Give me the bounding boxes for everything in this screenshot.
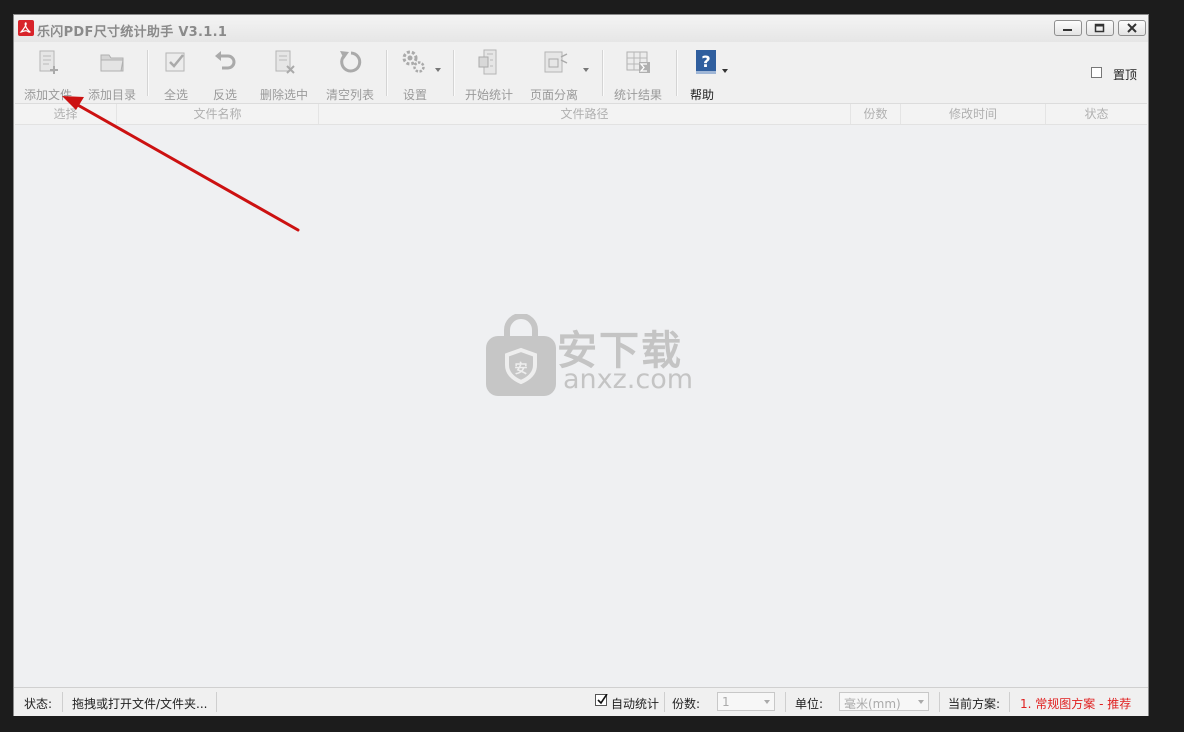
start-count-icon bbox=[478, 49, 497, 75]
column-header-filename[interactable]: 文件名称 bbox=[117, 104, 319, 124]
column-header-filepath[interactable]: 文件路径 bbox=[319, 104, 851, 124]
statusbar-separator bbox=[664, 692, 665, 712]
refresh-icon bbox=[340, 51, 362, 73]
count-result-label: 统计结果 bbox=[613, 88, 662, 102]
select-all-button[interactable]: 全选 bbox=[157, 46, 195, 102]
scheme-value[interactable]: 1. 常规图方案 - 推荐 bbox=[1020, 695, 1131, 712]
statusbar-separator bbox=[216, 692, 217, 712]
scheme-label: 当前方案: bbox=[948, 697, 1001, 711]
add-folder-button[interactable]: 添加目录 bbox=[84, 46, 140, 102]
checkmark-icon bbox=[597, 694, 608, 705]
clear-list-label: 清空列表 bbox=[325, 88, 374, 102]
page-split-button[interactable]: 页面分离 bbox=[527, 46, 589, 102]
column-header-modified[interactable]: 修改时间 bbox=[901, 104, 1046, 124]
help-button[interactable]: ? 帮助 bbox=[684, 46, 730, 102]
auto-count-label[interactable]: 自动统计 bbox=[611, 695, 659, 712]
toolbar-separator bbox=[386, 50, 388, 96]
count-result-button[interactable]: 统计结果 bbox=[610, 46, 666, 102]
statusbar-separator bbox=[939, 692, 940, 712]
toolbar-separator bbox=[602, 50, 604, 96]
settings-button[interactable]: 设置 bbox=[395, 46, 441, 102]
help-book-icon: ? bbox=[696, 50, 716, 74]
checkbox-checked-icon bbox=[165, 52, 185, 72]
shopping-bag-shield-icon: 安 bbox=[486, 314, 556, 396]
help-label: 帮助 bbox=[689, 88, 714, 102]
gear-icon bbox=[402, 50, 425, 73]
copies-value: 1 bbox=[722, 695, 730, 709]
page-split-icon bbox=[544, 51, 568, 73]
svg-text:?: ? bbox=[701, 52, 710, 71]
toolbar-separator bbox=[147, 50, 149, 96]
auto-count-checkbox[interactable] bbox=[595, 694, 608, 706]
status-label: 状态: bbox=[24, 697, 53, 711]
chevron-down-icon bbox=[918, 700, 924, 704]
start-count-label: 开始统计 bbox=[464, 88, 513, 102]
add-file-label: 添加文件 bbox=[23, 88, 72, 102]
window-title: 乐闪PDF尺寸统计助手 V3.1.1 bbox=[37, 25, 228, 40]
statusbar-separator bbox=[62, 692, 63, 712]
unit-select[interactable]: 毫米(mm) bbox=[839, 692, 929, 711]
file-list[interactable]: 选择 文件名称 文件路径 份数 修改时间 状态 安 安下载 anxz.com bbox=[15, 103, 1147, 688]
maximize-button[interactable] bbox=[1086, 20, 1114, 36]
page-split-label: 页面分离 bbox=[529, 88, 578, 102]
close-icon bbox=[1127, 23, 1137, 33]
start-count-button[interactable]: 开始统计 bbox=[460, 46, 518, 102]
column-header-status[interactable]: 状态 bbox=[1046, 104, 1147, 124]
column-header-select[interactable]: 选择 bbox=[15, 104, 117, 124]
minimize-icon bbox=[1063, 29, 1072, 31]
status-bar: 状态: 拖拽或打开文件/文件夹... 自动统计 份数: 1 单位: 毫米(mm)… bbox=[14, 687, 1148, 716]
sum-table-icon bbox=[626, 51, 650, 73]
toolbar: 添加文件 添加目录 全选 反选 删除选中 清空列表 设置 开始统计 页面分离 统… bbox=[14, 42, 1148, 102]
pdf-logo-icon bbox=[18, 20, 34, 36]
add-file-icon bbox=[39, 50, 58, 74]
invert-select-button[interactable]: 反选 bbox=[206, 46, 244, 102]
unit-value: 毫米(mm) bbox=[844, 697, 901, 711]
pin-top-label: 置顶 bbox=[1113, 68, 1138, 82]
delete-file-icon bbox=[275, 50, 295, 74]
chevron-down-icon bbox=[435, 68, 441, 72]
clear-list-button[interactable]: 清空列表 bbox=[320, 46, 380, 102]
folder-icon bbox=[100, 54, 124, 72]
select-all-label: 全选 bbox=[163, 88, 188, 102]
toolbar-separator bbox=[676, 50, 678, 96]
copies-select[interactable]: 1 bbox=[717, 692, 775, 711]
pin-top-checkbox[interactable] bbox=[1091, 67, 1102, 78]
maximize-icon bbox=[1094, 23, 1105, 33]
list-header: 选择 文件名称 文件路径 份数 修改时间 状态 bbox=[15, 104, 1147, 125]
watermark-en-text: anxz.com bbox=[563, 364, 694, 395]
unit-label: 单位: bbox=[795, 697, 824, 711]
statusbar-separator bbox=[785, 692, 786, 712]
column-header-copies[interactable]: 份数 bbox=[851, 104, 901, 124]
chevron-down-icon bbox=[722, 69, 728, 73]
toolbar-separator bbox=[453, 50, 455, 96]
add-file-button[interactable]: 添加文件 bbox=[19, 46, 77, 102]
chevron-down-icon bbox=[583, 68, 589, 72]
delete-selected-button[interactable]: 删除选中 bbox=[254, 46, 314, 102]
invert-select-label: 反选 bbox=[212, 88, 237, 102]
status-text: 拖拽或打开文件/文件夹... bbox=[72, 697, 208, 711]
settings-label: 设置 bbox=[402, 88, 427, 102]
statusbar-separator bbox=[1009, 692, 1010, 712]
minimize-button[interactable] bbox=[1054, 20, 1082, 36]
svg-text:安: 安 bbox=[514, 361, 527, 377]
title-bar[interactable]: 乐闪PDF尺寸统计助手 V3.1.1 bbox=[14, 15, 1148, 42]
delete-selected-label: 删除选中 bbox=[259, 88, 308, 102]
close-button[interactable] bbox=[1118, 20, 1146, 36]
copies-label: 份数: bbox=[672, 697, 701, 711]
undo-arrow-icon bbox=[215, 51, 236, 70]
add-folder-label: 添加目录 bbox=[87, 88, 136, 102]
app-window: 乐闪PDF尺寸统计助手 V3.1.1 添加文件 添加目录 全选 反选 删除选中 … bbox=[13, 14, 1149, 716]
chevron-down-icon bbox=[764, 700, 770, 704]
